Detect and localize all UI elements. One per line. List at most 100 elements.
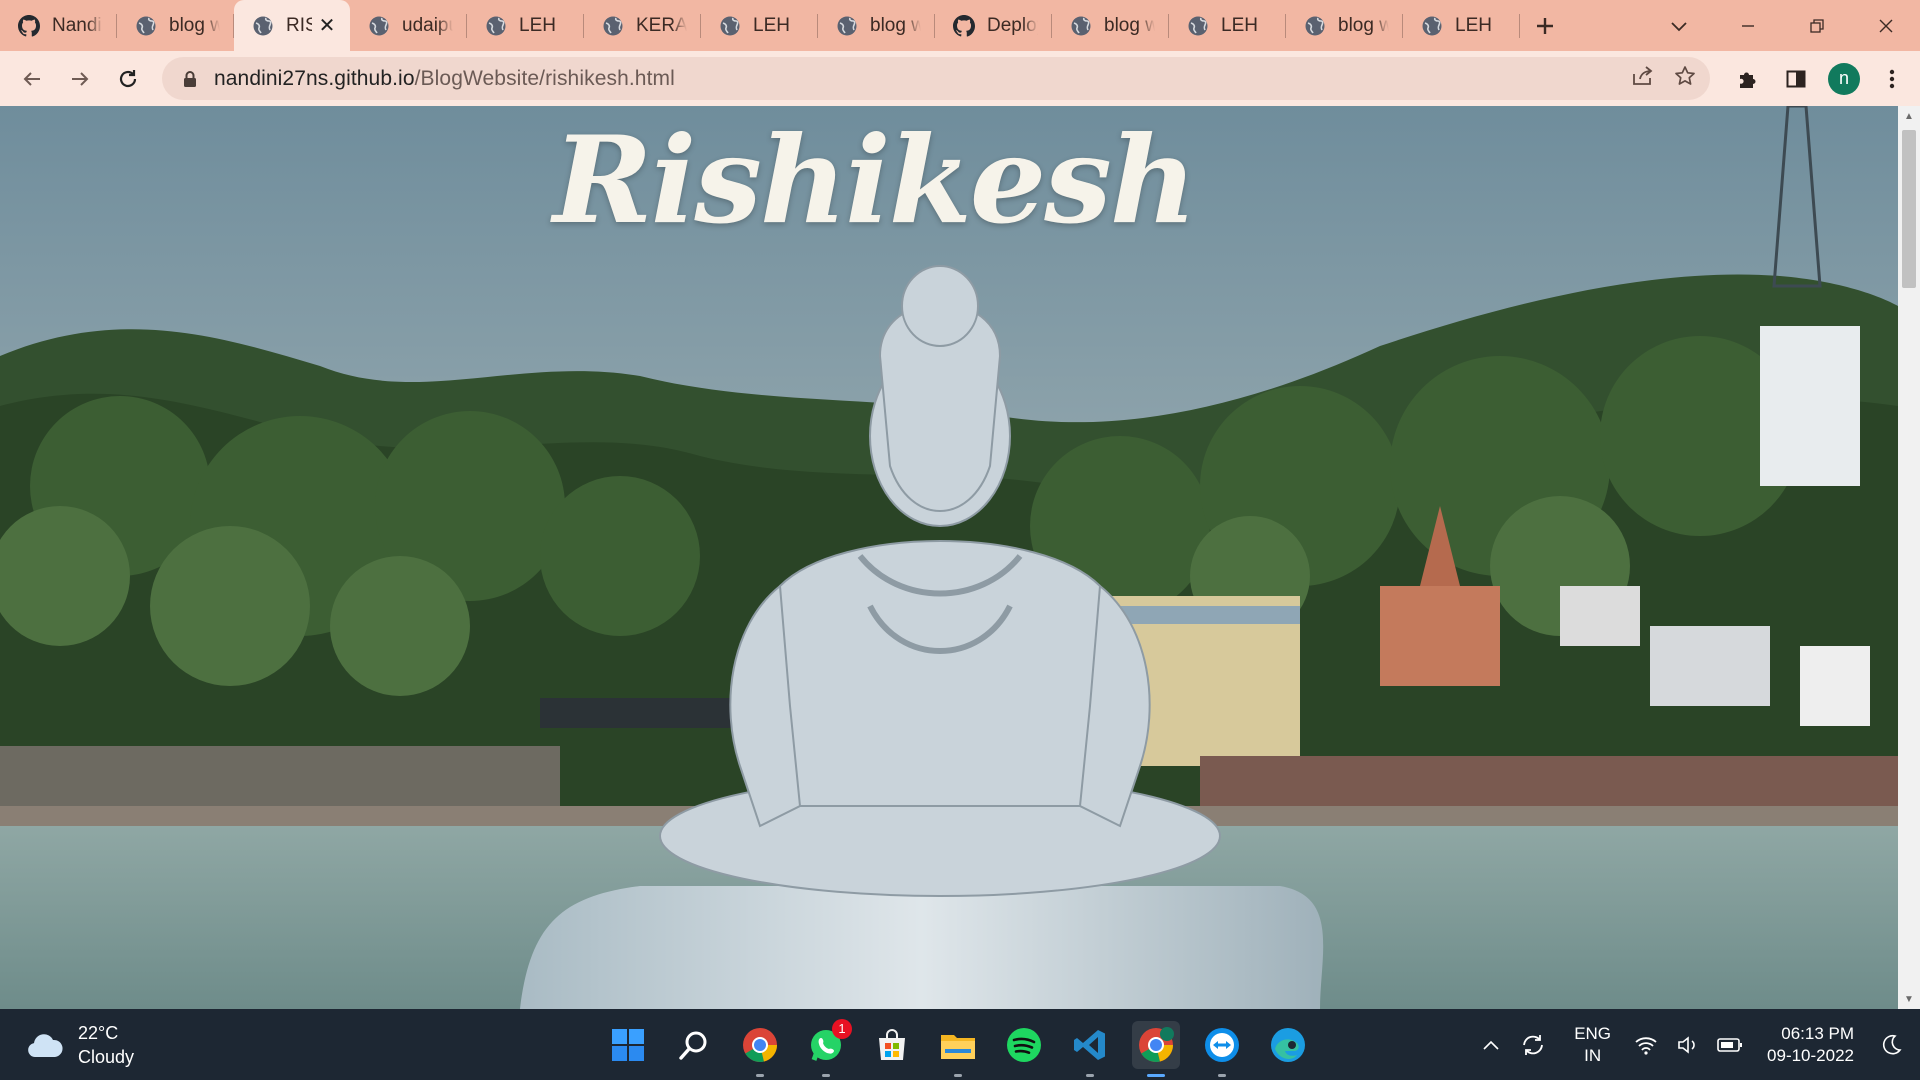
volume-status[interactable]: [1671, 1025, 1705, 1065]
extensions-button[interactable]: [1728, 59, 1768, 99]
back-button[interactable]: [8, 55, 56, 103]
tab-title: blog w: [870, 14, 921, 36]
bookmark-star-icon[interactable]: [1674, 65, 1696, 92]
teamviewer-app[interactable]: [1198, 1021, 1246, 1077]
share-icon[interactable]: [1630, 65, 1654, 92]
side-panel-icon: [1786, 70, 1806, 87]
profile-button[interactable]: n: [1824, 59, 1864, 99]
folder-icon: [941, 1034, 975, 1059]
tab-8[interactable]: blog w: [818, 0, 935, 51]
chevron-down-icon: [1670, 21, 1687, 31]
system-tray: ENG IN 06:13 PM 09-10-2022: [1470, 1009, 1920, 1080]
weather-condition: Cloudy: [78, 1047, 135, 1067]
file-explorer-app[interactable]: [934, 1021, 982, 1077]
globe-icon: [1421, 15, 1443, 37]
chrome-app[interactable]: [736, 1021, 784, 1077]
url-text[interactable]: nandini27ns.github.io/BlogWebsite/rishik…: [214, 67, 675, 91]
tab-title: LEH: [519, 14, 556, 36]
weather-text: 22°C Cloudy: [78, 1021, 134, 1069]
url-path: /BlogWebsite/rishikesh.html: [414, 66, 675, 90]
search-icon: [679, 1031, 707, 1060]
tab-title: Nandini: [52, 14, 103, 36]
side-panel-button[interactable]: [1776, 59, 1816, 99]
running-indicator: [1147, 1073, 1165, 1077]
tab-6[interactable]: KERAL: [584, 0, 701, 51]
tab-title: blog w: [1338, 14, 1389, 36]
clock[interactable]: 06:13 PM 09-10-2022: [1767, 1023, 1854, 1067]
lock-icon[interactable]: [180, 69, 200, 89]
tab-search-button[interactable]: [1644, 0, 1713, 51]
puzzle-icon: [1740, 72, 1756, 88]
taskbar-apps: 1: [604, 1009, 1312, 1080]
scroll-down-arrow-icon[interactable]: ▼: [1898, 989, 1920, 1009]
notification-button[interactable]: [1874, 1025, 1908, 1065]
tab-12[interactable]: blog w: [1286, 0, 1403, 51]
tab-7[interactable]: LEH: [701, 0, 818, 51]
tab-title: KERAL: [636, 14, 687, 36]
running-indicator: [756, 1073, 764, 1077]
tab-3-active[interactable]: RIS ✕: [234, 0, 350, 51]
github-icon: [18, 14, 40, 37]
tab-2[interactable]: blog w: [117, 0, 234, 51]
region-code: IN: [1584, 1045, 1602, 1065]
forward-button[interactable]: [56, 55, 104, 103]
address-bar[interactable]: nandini27ns.github.io/BlogWebsite/rishik…: [162, 57, 1710, 100]
whatsapp-app[interactable]: 1: [802, 1018, 852, 1077]
globe-icon: [368, 15, 390, 37]
wifi-status[interactable]: [1629, 1025, 1663, 1065]
running-indicator: [954, 1073, 962, 1077]
spotify-icon: [1007, 1027, 1041, 1062]
plus-icon: [1537, 17, 1553, 34]
close-window-button[interactable]: [1851, 0, 1920, 51]
close-icon[interactable]: ✕: [318, 16, 336, 36]
tab-13[interactable]: LEH: [1403, 0, 1520, 51]
battery-status[interactable]: [1713, 1025, 1747, 1065]
sync-status-button[interactable]: [1516, 1025, 1550, 1065]
chrome-profile-app[interactable]: [1132, 1020, 1180, 1077]
scroll-up-arrow-icon[interactable]: ▲: [1898, 106, 1920, 126]
wifi-icon: [1635, 1036, 1657, 1055]
page-title: Rishikesh: [553, 110, 1197, 251]
edge-app[interactable]: [1264, 1021, 1312, 1069]
minimize-icon: [1741, 24, 1754, 27]
clock-date: 09-10-2022: [1767, 1045, 1854, 1065]
language-code: ENG: [1574, 1023, 1612, 1043]
avatar: n: [1828, 62, 1860, 95]
windows-logo-icon: [612, 1028, 644, 1061]
globe-icon: [135, 15, 157, 37]
weather-widget[interactable]: 22°C Cloudy: [26, 1021, 134, 1069]
start-button[interactable]: [604, 1021, 652, 1069]
chrome-menu-button[interactable]: [1872, 59, 1912, 99]
window-controls: [1644, 0, 1920, 51]
new-tab-button[interactable]: [1520, 0, 1570, 51]
show-hidden-icons-button[interactable]: [1474, 1025, 1508, 1065]
tab-5[interactable]: LEH: [467, 0, 584, 51]
tab-9[interactable]: Deploy: [935, 0, 1052, 51]
page-viewport: Rishikesh: [0, 106, 1898, 1009]
speaker-icon: [1678, 1035, 1695, 1054]
tab-10[interactable]: blog w: [1052, 0, 1169, 51]
weather-temp: 22°C: [78, 1023, 119, 1043]
scrollbar-thumb[interactable]: [1902, 130, 1916, 288]
tab-list: Nandini blog w RIS ✕ udaipu LEH KERAL LE…: [0, 0, 1570, 51]
minimize-button[interactable]: [1713, 0, 1782, 51]
globe-icon: [1070, 15, 1092, 37]
restore-button[interactable]: [1782, 0, 1851, 51]
microsoft-store-icon: [879, 1028, 905, 1060]
store-app[interactable]: [868, 1021, 916, 1069]
tab-1[interactable]: Nandini: [0, 0, 117, 51]
spotify-app[interactable]: [1000, 1021, 1048, 1069]
chrome-icon: [1139, 1026, 1174, 1062]
notification-badge: 1: [832, 1018, 852, 1039]
vertical-scrollbar[interactable]: ▲ ▼: [1898, 106, 1920, 1009]
language-indicator[interactable]: ENG IN: [1574, 1023, 1611, 1067]
reload-button[interactable]: [104, 55, 152, 103]
globe-icon: [1187, 15, 1209, 37]
vscode-app[interactable]: [1066, 1021, 1114, 1077]
restore-icon: [1809, 18, 1824, 33]
search-button[interactable]: [670, 1021, 718, 1069]
tab-4[interactable]: udaipu: [350, 0, 467, 51]
cloud-icon: [28, 1034, 63, 1057]
tab-11[interactable]: LEH: [1169, 0, 1286, 51]
arrow-left-icon: [23, 71, 40, 86]
